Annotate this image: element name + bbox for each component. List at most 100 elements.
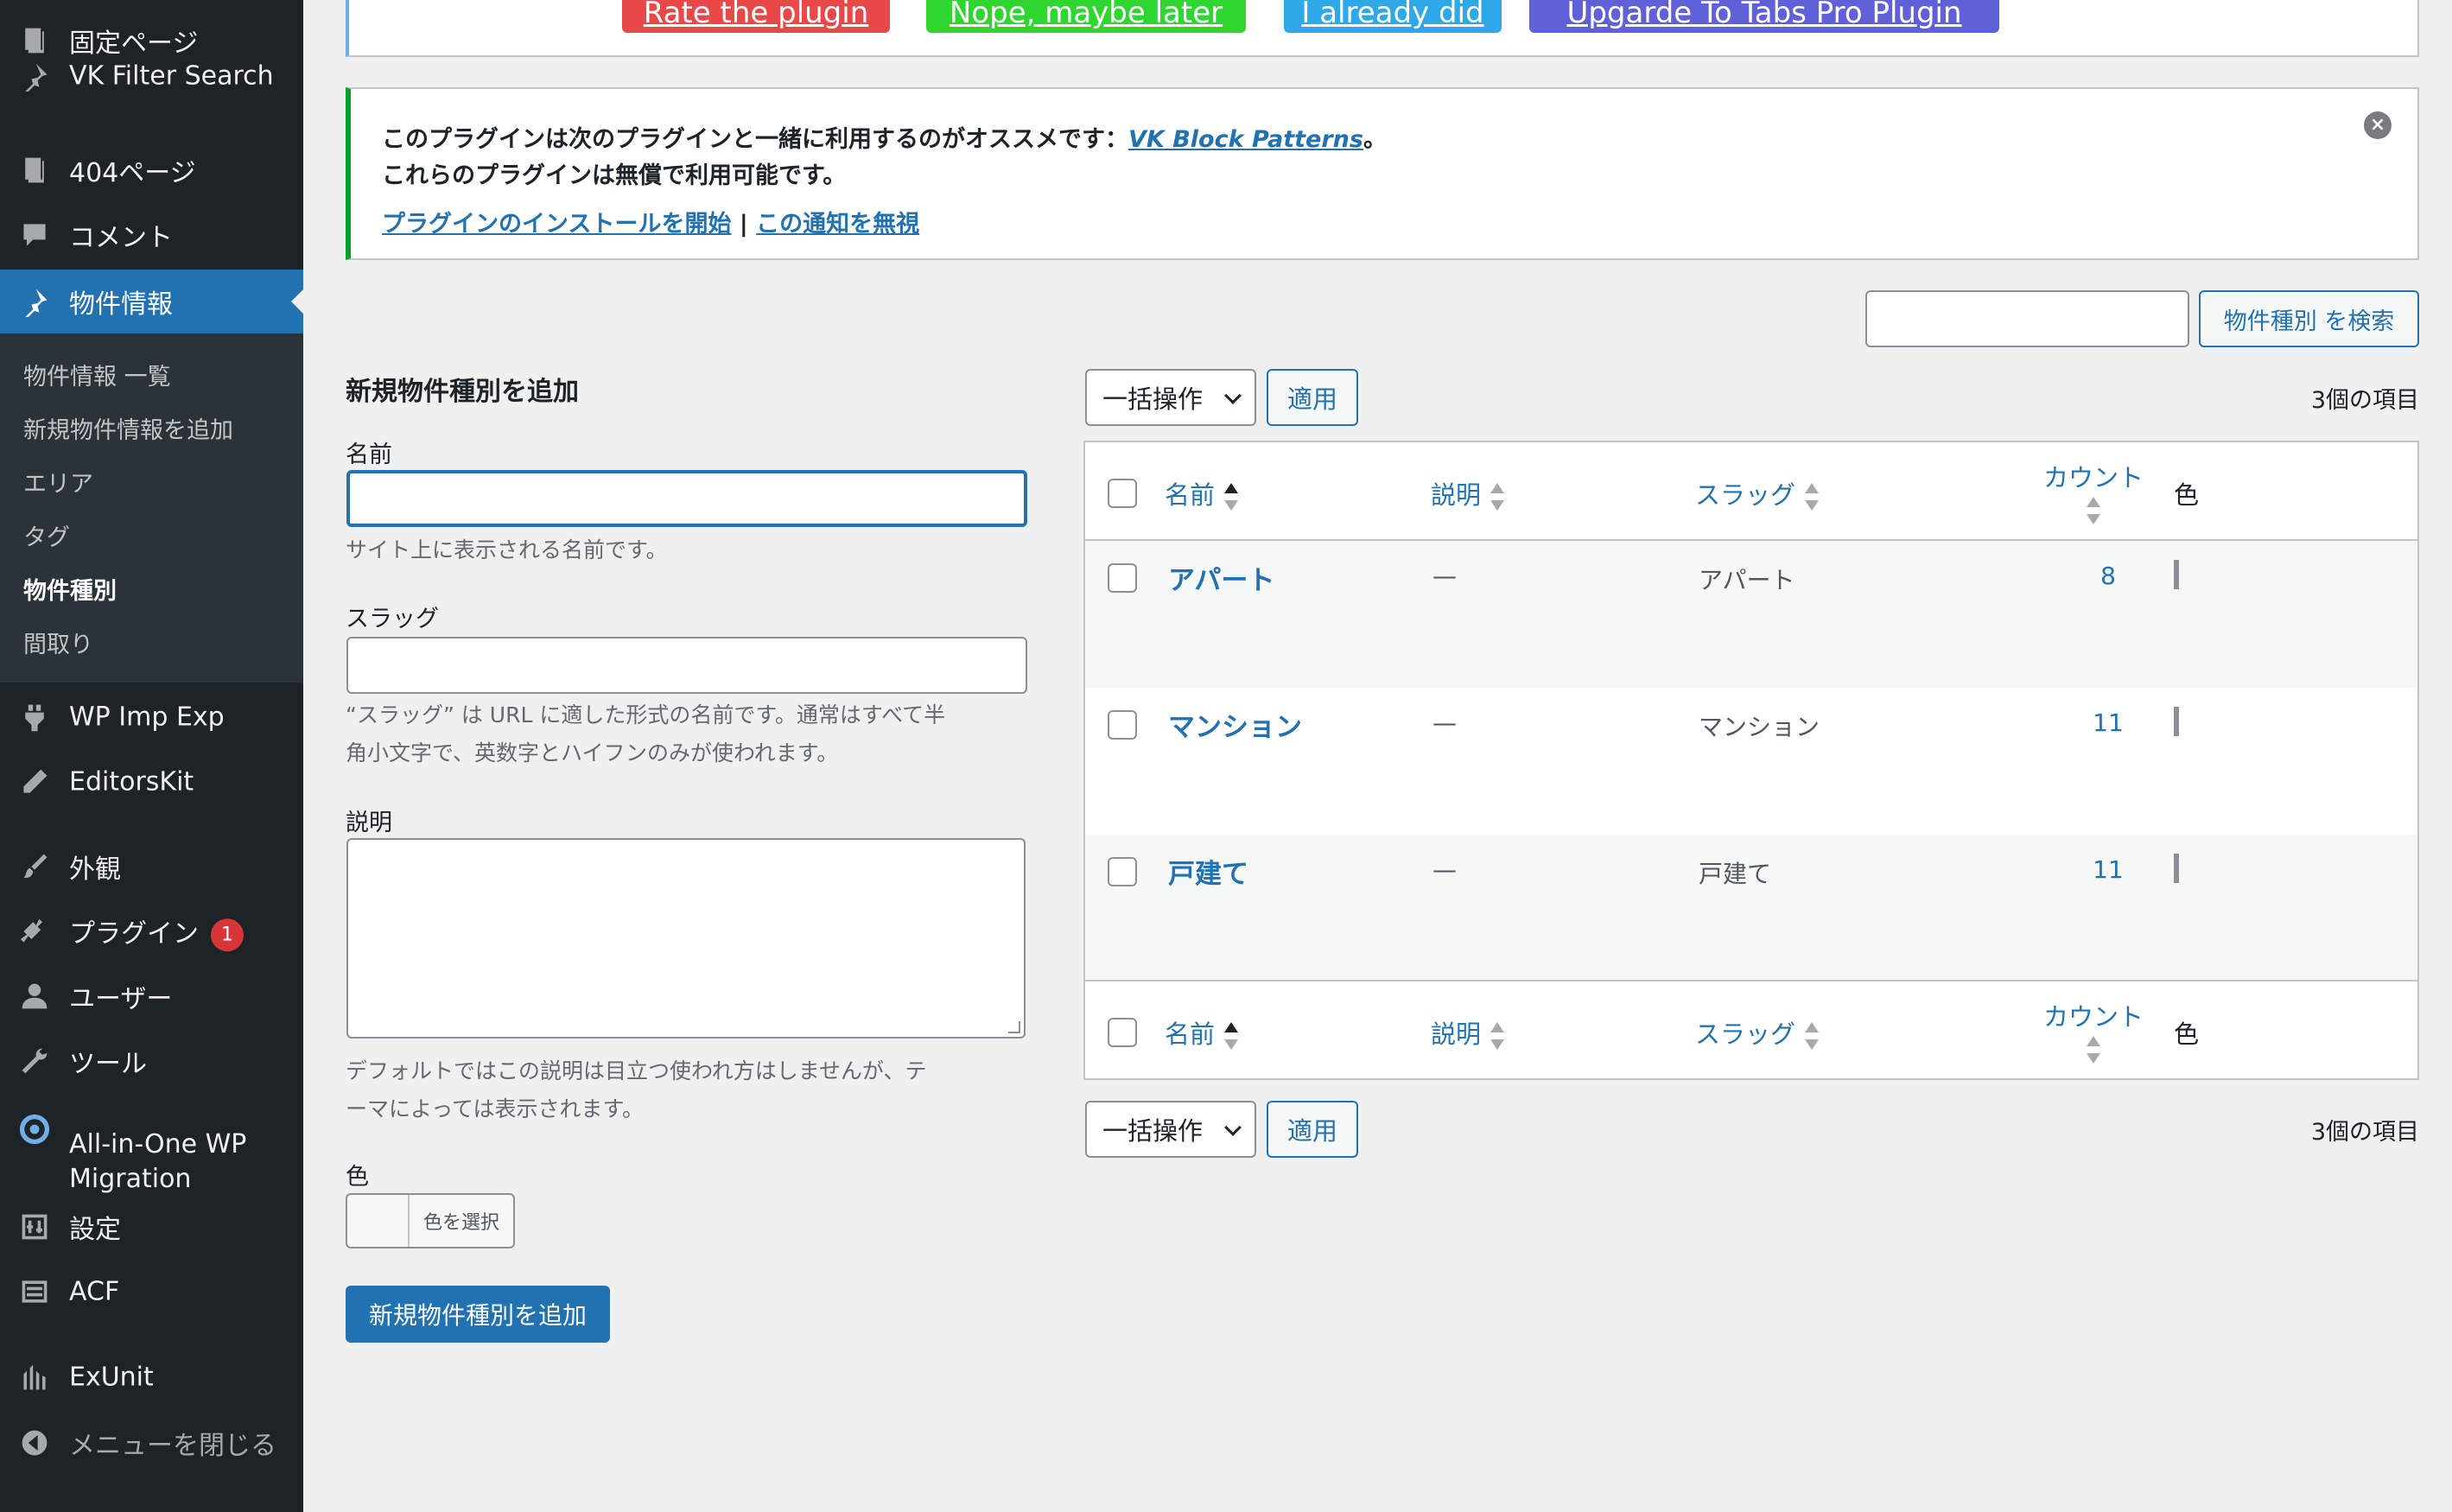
settings-icon xyxy=(17,1210,52,1244)
plugin-recommend-notice: このプラグインは次のプラグインと一緒に利用するのがオススメです：VK Block… xyxy=(346,87,2419,260)
sidebar-item-plugins[interactable]: プラグイン 1 xyxy=(0,899,303,963)
column-description-label: 説明 xyxy=(1431,1020,1482,1049)
desc-help-line-1: デフォルトではこの説明は目立つ使われ方はしませんが、テ xyxy=(346,1058,927,1083)
user-icon xyxy=(17,979,52,1013)
term-slug: マンション xyxy=(1699,713,1820,741)
color-picker-button[interactable]: 色を選択 xyxy=(346,1193,515,1248)
select-all-checkbox[interactable] xyxy=(1108,479,1137,508)
row-checkbox[interactable] xyxy=(1108,710,1137,740)
row-checkbox[interactable] xyxy=(1108,857,1137,886)
pencil-icon xyxy=(17,765,52,799)
sidebar-item-vk-filter-search[interactable]: VK Filter Search xyxy=(0,44,303,108)
sidebar-item-editorskit[interactable]: EditorsKit xyxy=(0,750,303,814)
terms-table: 名前 説明 スラッグ カウント 色 アパート — アパート 8 マンション — … xyxy=(1083,441,2419,1080)
migration-icon xyxy=(17,1112,52,1147)
term-count-link[interactable]: 8 xyxy=(2074,562,2143,590)
sidebar-item-tools[interactable]: ツール xyxy=(0,1029,303,1093)
sort-icon xyxy=(1223,1022,1239,1050)
add-form-heading: 新規物件種別を追加 xyxy=(346,377,579,407)
table-row: アパート — アパート 8 xyxy=(1085,541,2417,688)
bulk-action-select-bottom[interactable]: 一括操作 xyxy=(1085,1101,1256,1158)
notice-punct: 。 xyxy=(1363,126,1387,153)
submenu-item-tag[interactable]: タグ xyxy=(23,518,70,552)
dismiss-notice-link[interactable]: この通知を無視 xyxy=(756,211,919,238)
table-header: 名前 説明 スラッグ カウント 色 xyxy=(1085,442,2417,541)
column-name-header[interactable]: 名前 xyxy=(1165,475,1239,511)
term-description: — xyxy=(1432,562,1457,590)
column-description-header[interactable]: 説明 xyxy=(1431,475,1505,511)
close-icon[interactable]: × xyxy=(2364,111,2392,139)
sidebar-item-acf[interactable]: ACF xyxy=(0,1260,303,1324)
submenu-item-floor-plan[interactable]: 間取り xyxy=(23,626,93,659)
items-count-top: 3個の項目 xyxy=(2310,387,2419,414)
description-textarea[interactable] xyxy=(346,838,1026,1039)
sidebar-item-exunit[interactable]: ExUnit xyxy=(0,1345,303,1409)
column-name-label: 名前 xyxy=(1165,1020,1216,1049)
column-name-footer[interactable]: 名前 xyxy=(1165,1014,1239,1051)
current-arrow xyxy=(291,289,303,314)
submenu-item-list[interactable]: 物件情報 一覧 xyxy=(23,358,171,391)
maybe-later-button[interactable]: Nope, maybe later xyxy=(926,0,1246,33)
migration-label-1: All-in-One WP xyxy=(69,1129,247,1159)
collapse-menu-button[interactable]: メニューを閉じる xyxy=(0,1411,303,1475)
sort-icon xyxy=(1223,483,1239,511)
description-help: デフォルトではこの説明は目立つ使われ方はしませんが、テ ーマによっては表示されます… xyxy=(346,1052,1028,1128)
update-count-badge: 1 xyxy=(211,918,244,951)
select-all-checkbox-bottom[interactable] xyxy=(1108,1018,1137,1047)
add-term-button[interactable]: 新規物件種別を追加 xyxy=(346,1286,610,1343)
sidebar-item-404[interactable]: 404ページ xyxy=(0,138,303,202)
submenu-item-property-type[interactable]: 物件種別 xyxy=(23,572,117,606)
begin-install-link[interactable]: プラグインのインストールを開始 xyxy=(382,211,731,238)
sort-icon xyxy=(1490,483,1505,511)
description-label: 説明 xyxy=(346,810,392,836)
term-count-link[interactable]: 11 xyxy=(2074,708,2143,737)
column-slug-header[interactable]: スラッグ xyxy=(1695,475,1820,511)
slug-help: “スラッグ” は URL に適した形式の名前です。通常はすべて半 角小文字で、英数… xyxy=(346,696,1028,772)
sidebar-item-settings[interactable]: 設定 xyxy=(0,1195,303,1259)
notice-text: このプラグインは次のプラグインと一緒に利用するのがオススメです： xyxy=(382,126,1128,153)
bulk-action-label: 一括操作 xyxy=(1102,1116,1204,1146)
plug-icon xyxy=(17,914,52,949)
column-count-footer[interactable]: カウント xyxy=(2029,997,2158,1064)
rate-plugin-button[interactable]: Rate the plugin xyxy=(622,0,890,33)
column-slug-footer[interactable]: スラッグ xyxy=(1695,1014,1820,1051)
already-did-button[interactable]: I already did xyxy=(1284,0,1502,33)
bulk-action-select-top[interactable]: 一括操作 xyxy=(1085,369,1256,426)
name-input[interactable] xyxy=(346,470,1027,527)
column-description-footer[interactable]: 説明 xyxy=(1431,1014,1505,1051)
upgrade-pro-button[interactable]: Upgarde To Tabs Pro Plugin xyxy=(1529,0,1999,33)
apply-button-top[interactable]: 適用 xyxy=(1267,369,1358,426)
search-input[interactable] xyxy=(1865,290,2189,347)
row-checkbox[interactable] xyxy=(1108,563,1137,593)
term-name-link[interactable]: マンション xyxy=(1168,705,1302,744)
submenu-item-add-new[interactable]: 新規物件情報を追加 xyxy=(23,411,233,445)
slug-input[interactable] xyxy=(346,637,1027,694)
term-color-swatch xyxy=(2174,560,2179,589)
term-slug: 戸建て xyxy=(1699,860,1772,888)
table-footer: 名前 説明 スラッグ カウント 色 xyxy=(1085,980,2417,1078)
sort-icon xyxy=(2086,1036,2101,1064)
sidebar-item-appearance[interactable]: 外観 xyxy=(0,835,303,899)
resize-handle-icon[interactable] xyxy=(1008,1021,1020,1033)
term-name-link[interactable]: アパート xyxy=(1168,558,1274,597)
sidebar-item-property-info[interactable]: 物件情報 xyxy=(0,270,303,334)
column-slug-label: スラッグ xyxy=(1695,1020,1796,1049)
search-button[interactable]: 物件種別 を検索 xyxy=(2199,290,2419,347)
page-icon xyxy=(17,153,52,187)
name-help: サイト上に表示される名前です。 xyxy=(346,537,668,562)
separator: | xyxy=(739,211,748,238)
column-count-header[interactable]: カウント xyxy=(2029,458,2158,524)
submenu-item-area[interactable]: エリア xyxy=(23,465,93,499)
sidebar-item-comments[interactable]: コメント xyxy=(0,203,303,267)
apply-button-bottom[interactable]: 適用 xyxy=(1267,1101,1358,1158)
sort-icon xyxy=(2086,497,2101,524)
term-name-link[interactable]: 戸建て xyxy=(1168,852,1248,891)
acf-icon xyxy=(17,1274,52,1309)
color-swatch xyxy=(347,1195,410,1247)
sidebar-item-wp-imp-exp[interactable]: WP Imp Exp xyxy=(0,685,303,749)
term-count-link[interactable]: 11 xyxy=(2074,855,2143,884)
sidebar-item-users[interactable]: ユーザー xyxy=(0,964,303,1028)
sidebar-item-all-in-one-migration[interactable]: All-in-One WP Migration xyxy=(0,1110,303,1194)
collapse-icon xyxy=(17,1426,52,1460)
vk-block-patterns-link[interactable]: VK Block Patterns xyxy=(1128,126,1363,153)
